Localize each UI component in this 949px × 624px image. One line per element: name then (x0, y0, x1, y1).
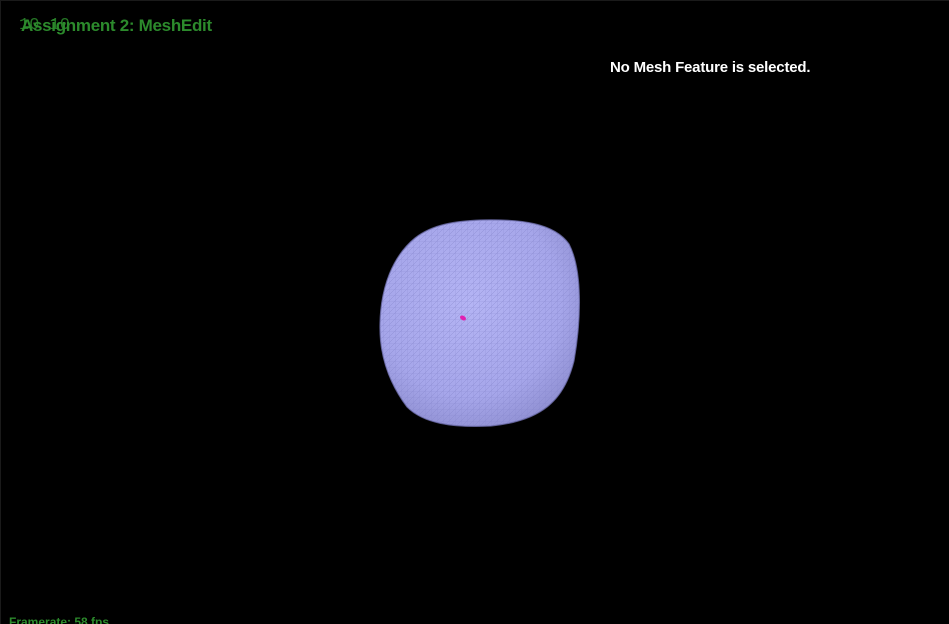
mesh-surface-icon[interactable] (371, 211, 591, 436)
mesh-viewport[interactable]: 10 10 Assignment 2: MeshEdit No Mesh Fea… (0, 0, 949, 624)
framerate-readout: Framerate: 58 fps (9, 615, 110, 624)
selection-status: No Mesh Feature is selected. (610, 59, 811, 76)
app-title: Assignment 2: MeshEdit (21, 16, 212, 35)
